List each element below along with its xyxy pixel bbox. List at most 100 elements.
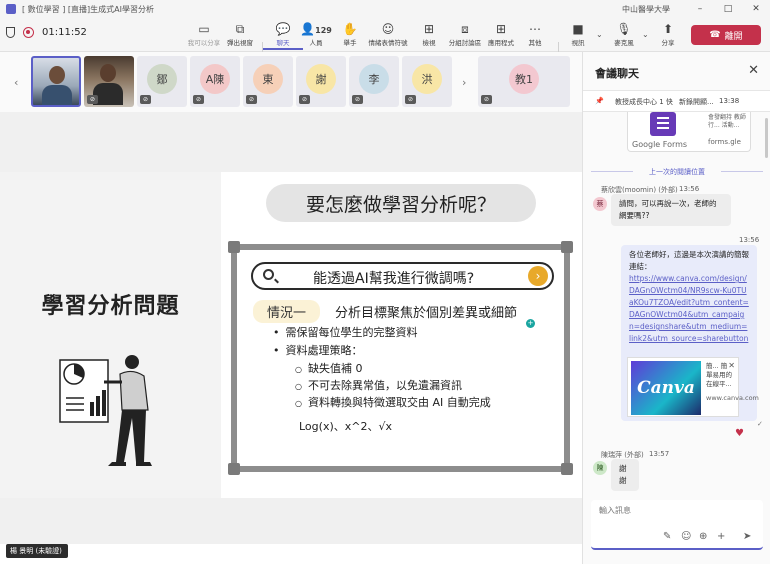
avatar: 蔡 (593, 197, 607, 211)
camera-off-icon: ■ (572, 22, 584, 36)
forms-brand: Google Forms (632, 140, 688, 149)
avatar: 洪 (412, 64, 442, 94)
reactions-button[interactable]: ☺ 情緒表情符號 (368, 22, 408, 50)
button-label: 其他 (528, 39, 542, 47)
more-button[interactable]: ⋯ 其他 (515, 22, 555, 50)
participant-tile[interactable]: 洪 ⊘ (402, 56, 452, 107)
pinned-from: 教授成長中心 1 快 (615, 98, 673, 106)
chat-scrollbar[interactable] (765, 118, 768, 158)
window-title-bar: [ 數位學習 ] [直播]生成式AI學習分析 中山醫學大學 – □ ✕ (0, 0, 770, 18)
button-label: 情緒表情符號 (368, 39, 408, 47)
window-title: [ 數位學習 ] [直播]生成式AI學習分析 (22, 4, 154, 14)
recording-icon (23, 27, 34, 38)
teams-app-icon (6, 4, 16, 14)
maximize-button[interactable]: □ (714, 0, 742, 18)
forms-url: forms.gle (708, 138, 741, 146)
popout-icon: ⧉ (235, 22, 245, 36)
mic-off-icon: ⊘ (352, 95, 363, 104)
chat-message: 謝謝 (611, 459, 639, 491)
case-label: 情況一 (253, 300, 321, 323)
sub-bullet-item: 不可去除異常值，以免遺漏資訊 (295, 377, 462, 393)
breakout-icon: ⧈ (461, 22, 469, 36)
popout-button[interactable]: ⧉ 彈出視窗 (220, 22, 260, 50)
raise-hand-button[interactable]: ✋ 舉手 (330, 22, 370, 50)
heart-reaction-icon[interactable]: ♥ (735, 428, 744, 439)
close-icon[interactable]: ✕ (728, 361, 735, 370)
shield-icon (6, 27, 15, 38)
chevron-left-icon[interactable]: ‹ (14, 76, 18, 89)
avatar: 教1 (509, 64, 539, 94)
organization-name: 中山醫學大學 (622, 5, 670, 14)
meeting-status: 01:11:52 (6, 27, 87, 38)
chevron-down-icon[interactable]: ⌄ (596, 30, 603, 39)
avatar: 鄒 (147, 64, 177, 94)
pin-icon: 📌 (595, 97, 604, 105)
message-intro: 各位老師好，這邊是本次演講的簡報連結： (629, 250, 749, 271)
avatar: 東 (253, 64, 283, 94)
message-time: 13:57 (649, 450, 670, 458)
camera-button[interactable]: ■ 視訊 (558, 22, 598, 50)
message-input[interactable] (599, 506, 749, 515)
participant-tile[interactable]: 鄒 ⊘ (137, 56, 187, 107)
phone-icon: ☎ (709, 30, 721, 40)
format-icon[interactable]: ✎ (663, 531, 671, 542)
pinned-time: 13:38 (719, 97, 740, 105)
avatar: 陳 (593, 461, 607, 475)
share-permission-button[interactable]: ▭ 我可以分享 (184, 22, 224, 50)
search-text: 能透過AI幫我進行微調嗎? (313, 271, 475, 287)
button-label: 分組討論區 (448, 39, 482, 47)
link-preview-card[interactable]: Canva 簡... 簡單易用的在線平... ✕ www.canva.com (627, 357, 759, 417)
participant-tile[interactable]: A陳 ⊘ (190, 56, 240, 107)
presentation-link[interactable]: https://www.canva.com/design/DAGnOWctm04… (629, 273, 749, 345)
mic-off-icon: ⊘ (193, 95, 204, 104)
button-label: 彈出視窗 (227, 39, 253, 47)
participant-tile[interactable]: 教1 ⊘ (478, 56, 570, 107)
more-icon: ⋯ (529, 22, 541, 36)
close-window-button[interactable]: ✕ (742, 0, 770, 18)
person-icon: 👤 (300, 22, 316, 36)
avatar: 謝 (306, 64, 336, 94)
emoji-icon[interactable]: ☺ (681, 531, 691, 542)
button-label: 舉手 (343, 39, 357, 47)
participant-tile[interactable]: 李 ⊘ (349, 56, 399, 107)
canva-logo: Canva (631, 361, 701, 415)
whiteboard: 能透過AI幫我進行微調嗎? › 情況一 分析目標聚焦於個別差異或細節 + 需保留… (228, 241, 573, 475)
mic-off-icon: 🎙 (616, 22, 632, 36)
slide-heading: 學習分析問題 (41, 294, 180, 319)
close-icon[interactable]: ✕ (748, 63, 759, 78)
formula-text: Log(x)、x^2、√x (299, 420, 392, 433)
board-corner (561, 241, 573, 253)
participant-tile[interactable]: 謝 ⊘ (296, 56, 346, 107)
breakout-rooms-button[interactable]: ⧈ 分組討論區 (445, 22, 485, 50)
send-icon[interactable]: ➤ (743, 531, 751, 542)
minimize-button[interactable]: – (686, 0, 714, 18)
mic-off-icon: ⊘ (405, 95, 416, 104)
case-text: 分析目標聚焦於個別差異或細節 (335, 306, 518, 321)
sub-bullet-item: 缺失值補 0 (295, 360, 363, 376)
meeting-chat-panel: 會議聊天 ✕ 📌 教授成長中心 1 快 新錄開顯... 13:38 Google… (582, 52, 770, 564)
sub-bullet-item: 資料轉換與特徵選取交由 AI 自動完成 (295, 394, 491, 410)
chevron-right-icon[interactable]: › (462, 76, 466, 89)
bullet-item: 需保留每位學生的完整資料 (273, 324, 418, 340)
leave-button[interactable]: ☎ 離開 (691, 25, 761, 45)
grid-icon: ⊞ (423, 22, 435, 36)
add-icon[interactable]: + (717, 531, 725, 542)
board-corner (228, 463, 240, 475)
view-button[interactable]: ⊞ 檢視 (409, 22, 449, 50)
participant-tile[interactable]: 東 ⊘ (243, 56, 293, 107)
loop-icon[interactable]: ⊕ (699, 531, 707, 542)
share-button[interactable]: ⬆ 分享 (648, 22, 688, 50)
message-compose-box[interactable]: ✎ ☺ ⊕ + ➤ (591, 500, 763, 550)
mic-button[interactable]: 🎙 麥克風 (604, 22, 644, 50)
mic-off-icon: ⊘ (299, 95, 310, 104)
seen-check-icon: ✓ (757, 420, 763, 428)
avatar: 李 (359, 64, 389, 94)
google-forms-card[interactable]: Google Forms 會發翻持 教師行... 活動... forms.gle (627, 112, 751, 152)
slide-question: 要怎麼做學習分析呢？ (266, 184, 536, 222)
participant-video-tile[interactable]: ⊘ (84, 56, 134, 107)
participant-video-tile[interactable] (31, 56, 81, 107)
share-icon: ⬆ (662, 22, 674, 36)
participant-video-person (49, 66, 65, 84)
pinned-message-bar[interactable]: 📌 教授成長中心 1 快 新錄開顯... 13:38 (583, 90, 770, 112)
participant-strip: ‹ ⊘ 鄒 ⊘ A陳 ⊘ 東 ⊘ 謝 ⊘ 李 ⊘ 洪 ⊘ › 教1 ⊘ (0, 52, 582, 112)
